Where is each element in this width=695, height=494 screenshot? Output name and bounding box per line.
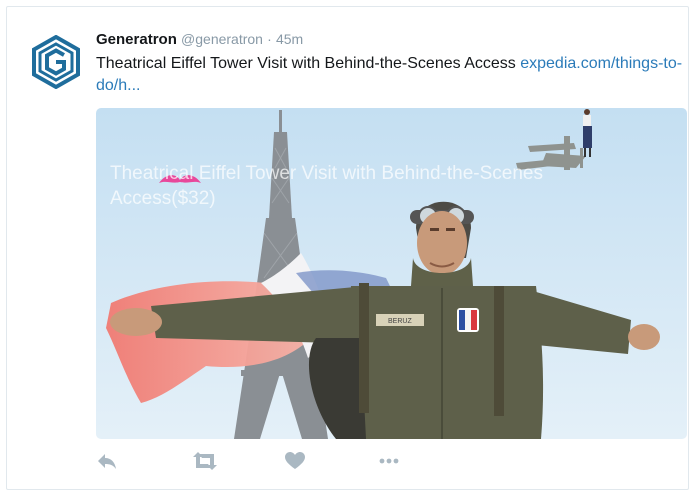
tweet-body: Theatrical Eiffel Tower Visit with Behin… [96, 55, 516, 72]
heart-icon [285, 452, 305, 469]
author-handle[interactable]: @generatron [181, 31, 263, 47]
reply-icon [98, 454, 116, 469]
generatron-logo-icon [32, 34, 80, 90]
retweet-button[interactable] [191, 450, 221, 474]
like-button[interactable] [284, 450, 310, 474]
tweet-card[interactable]: Generatron @generatron · 45m Theatrical … [6, 6, 689, 490]
eiffel-tower-photo: BERUZ [96, 108, 687, 439]
tweet-actions [96, 450, 426, 474]
more-button[interactable] [378, 450, 404, 474]
media-overlay-text: Theatrical Eiffel Tower Visit with Behin… [110, 163, 543, 209]
author-name[interactable]: Generatron [96, 31, 177, 48]
more-icon [379, 458, 399, 464]
tweet-header: Generatron @generatron · 45m [96, 31, 303, 48]
avatar[interactable] [31, 34, 81, 90]
reply-button[interactable] [96, 450, 122, 474]
name-badge: BERUZ [388, 318, 412, 325]
tweet-text: Theatrical Eiffel Tower Visit with Behin… [96, 53, 686, 97]
timestamp[interactable]: 45m [276, 31, 303, 47]
retweet-icon [193, 452, 217, 470]
separator: · [267, 31, 272, 47]
tweet-media-image[interactable]: BERUZ Theatrical Eiffel Tower Visit with… [96, 108, 687, 439]
